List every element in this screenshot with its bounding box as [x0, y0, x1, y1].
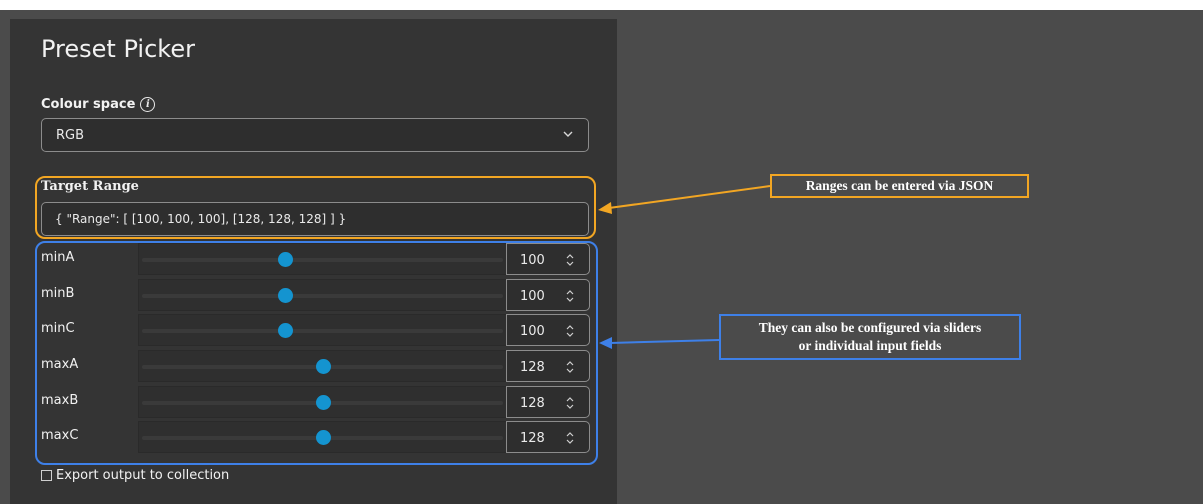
page-title: Preset Picker [41, 35, 195, 63]
colour-space-label: Colour space i [41, 97, 156, 112]
slider-row-maxc: maxC 128 [41, 421, 590, 453]
slider-row-mina: minA 100 [41, 243, 590, 275]
info-icon[interactable]: i [140, 97, 156, 112]
spinner-icon[interactable] [565, 253, 575, 267]
slider-track [142, 294, 503, 298]
export-checkbox[interactable] [41, 470, 52, 481]
slider-thumb[interactable] [316, 430, 332, 445]
colour-space-select[interactable]: RGB [41, 118, 589, 152]
slider-thumb[interactable] [278, 252, 294, 267]
slider-maxc[interactable] [138, 421, 507, 453]
chevron-down-icon [563, 131, 573, 137]
number-input-maxc[interactable]: 128 [506, 421, 590, 453]
number-input-minb[interactable]: 100 [506, 279, 590, 311]
export-option[interactable]: Export output to collection [41, 468, 229, 483]
slider-maxa[interactable] [138, 350, 507, 382]
slider-label: maxA [41, 357, 79, 372]
slider-maxb[interactable] [138, 386, 507, 418]
colour-space-value: RGB [56, 127, 85, 143]
number-value: 128 [520, 431, 545, 446]
slider-label: maxB [41, 393, 79, 408]
export-label: Export output to collection [56, 468, 230, 483]
slider-row-minb: minB 100 [41, 279, 590, 311]
spinner-icon[interactable] [565, 396, 575, 410]
sliders-callout-line2: or individual input fields [798, 338, 942, 353]
number-input-maxa[interactable]: 128 [506, 350, 590, 382]
number-input-maxb[interactable]: 128 [506, 386, 590, 418]
slider-track [142, 258, 503, 262]
slider-label: minA [41, 250, 75, 265]
number-input-minc[interactable]: 100 [506, 314, 590, 346]
colour-space-label-text: Colour space [41, 97, 136, 112]
slider-minc[interactable] [138, 314, 507, 346]
slider-track [142, 329, 503, 333]
slider-thumb[interactable] [316, 395, 332, 410]
target-range-label: Target Range [41, 179, 139, 194]
slider-mina[interactable] [138, 243, 507, 275]
spinner-icon[interactable] [565, 289, 575, 303]
slider-row-maxb: maxB 128 [41, 386, 590, 418]
number-input-mina[interactable]: 100 [506, 243, 590, 275]
spinner-icon[interactable] [565, 431, 575, 445]
slider-row-maxa: maxA 128 [41, 350, 590, 382]
sliders-callout-line1: They can also be configured via sliders [758, 320, 982, 335]
number-value: 100 [520, 253, 545, 268]
slider-row-minc: minC 100 [41, 314, 590, 346]
spinner-icon[interactable] [565, 360, 575, 374]
target-range-value: { "Range": [ [100, 100, 100], [128, 128,… [55, 212, 347, 226]
json-callout: Ranges can be entered via JSON [770, 174, 1029, 198]
target-range-input[interactable]: { "Range": [ [100, 100, 100], [128, 128,… [41, 202, 589, 236]
number-value: 128 [520, 396, 545, 411]
spinner-icon[interactable] [565, 324, 575, 338]
slider-label: maxC [41, 428, 79, 443]
slider-label: minB [41, 286, 75, 301]
slider-minb[interactable] [138, 279, 507, 311]
sliders-callout: They can also be configured via sliders … [719, 314, 1021, 360]
slider-label: minC [41, 321, 75, 336]
number-value: 128 [520, 360, 545, 375]
slider-thumb[interactable] [316, 359, 332, 374]
number-value: 100 [520, 324, 545, 339]
slider-thumb[interactable] [278, 323, 294, 338]
number-value: 100 [520, 289, 545, 304]
slider-thumb[interactable] [278, 288, 294, 303]
